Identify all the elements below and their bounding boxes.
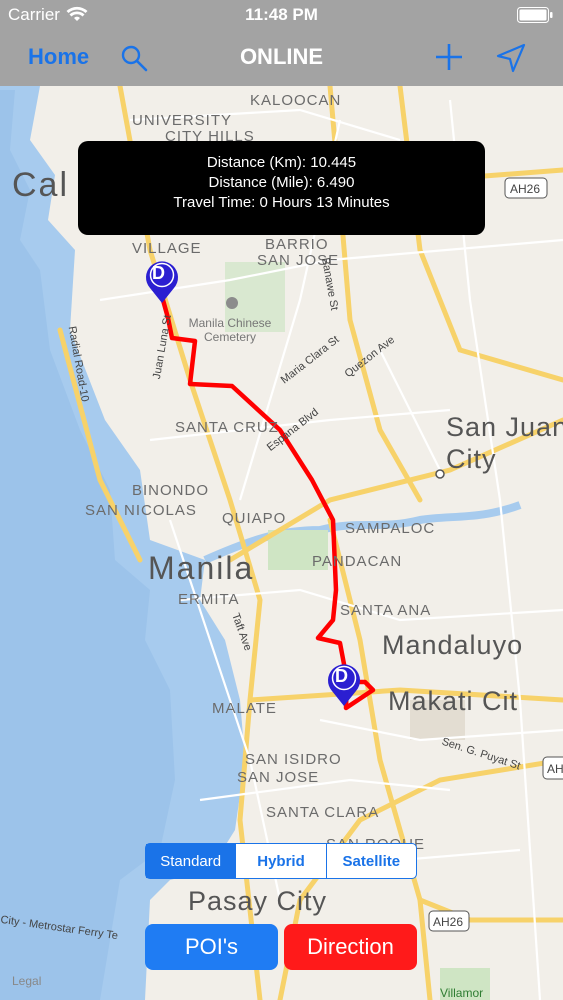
map-label-manila: Manila: [148, 550, 255, 586]
road-shield-ah26-bottom: AH26: [433, 915, 464, 929]
map-label-san-juan-city: City: [446, 444, 497, 474]
map-label-pasay: Pasay City: [188, 886, 328, 916]
map-label-kaloocan: KALOOCAN: [250, 92, 342, 109]
poi-button[interactable]: POI's: [145, 924, 278, 970]
map-label-san-nicolas: SAN NICOLAS: [85, 502, 197, 519]
travel-time-text: Travel Time: 0 Hours 13 Minutes: [173, 194, 390, 211]
map-label-barrio: BARRIO: [265, 236, 329, 253]
home-button[interactable]: Home: [28, 44, 89, 70]
map-type-segmented-control[interactable]: Standard Hybrid Satellite: [145, 843, 417, 879]
map-label-san-isidro: SAN ISIDRO: [245, 751, 342, 768]
map-label-malate: MALATE: [212, 700, 277, 717]
status-time: 11:48 PM: [245, 5, 318, 24]
map-label-san-jose-2: SAN JOSE: [237, 769, 320, 786]
map-type-satellite[interactable]: Satellite: [325, 844, 416, 878]
map-label-binondo: BINONDO: [132, 482, 210, 499]
legal-link[interactable]: Legal: [12, 974, 41, 988]
road-shield-ah26-top: AH26: [510, 182, 541, 196]
add-icon[interactable]: [434, 42, 464, 72]
map-label-villamor: Villamor: [440, 986, 484, 1000]
map-label-quiapo: QUIAPO: [222, 510, 287, 527]
map-label-sampaloc: SAMPALOC: [345, 520, 436, 537]
map-label-santa-ana: SANTA ANA: [340, 602, 432, 619]
map-label-makati: Makati Cit: [388, 686, 519, 716]
map-label-cemetery: Manila Chinese Cemetery: [188, 316, 272, 344]
direction-button[interactable]: Direction: [284, 924, 417, 970]
distance-mile-text: Distance (Mile): 6.490: [208, 174, 355, 191]
status-bar: Carrier 11:48 PM: [0, 0, 563, 30]
map-label-cal: Cal: [12, 166, 70, 204]
location-arrow-icon[interactable]: [495, 42, 527, 74]
marker-end-label: D: [335, 666, 349, 686]
route-info-box: Distance (Km): 10.445 Distance (Mile): 6…: [78, 141, 485, 235]
map-label-mandaluyong: Mandaluyo: [382, 630, 524, 660]
marker-start-label: D: [152, 263, 166, 283]
map-type-standard[interactable]: Standard: [146, 844, 236, 878]
battery-icon: [517, 7, 553, 23]
map-type-hybrid[interactable]: Hybrid: [235, 844, 325, 878]
search-icon[interactable]: [120, 44, 148, 72]
navigation-bar: Home ONLINE: [0, 30, 563, 86]
map-label-village: VILLAGE: [132, 240, 202, 257]
road-shield-ah-right: AH: [547, 762, 563, 776]
map-label-san-juan: San Juan: [446, 412, 563, 442]
map-label-santa-cruz: SANTA CRUZ: [175, 419, 279, 436]
map-label-ermita: ERMITA: [178, 591, 240, 608]
map-label-university: UNIVERSITY: [132, 112, 233, 129]
map-label-pandacan: PANDACAN: [312, 553, 403, 570]
map-label-santa-clara: SANTA CLARA: [266, 804, 380, 821]
distance-km-text: Distance (Km): 10.445: [206, 154, 357, 171]
